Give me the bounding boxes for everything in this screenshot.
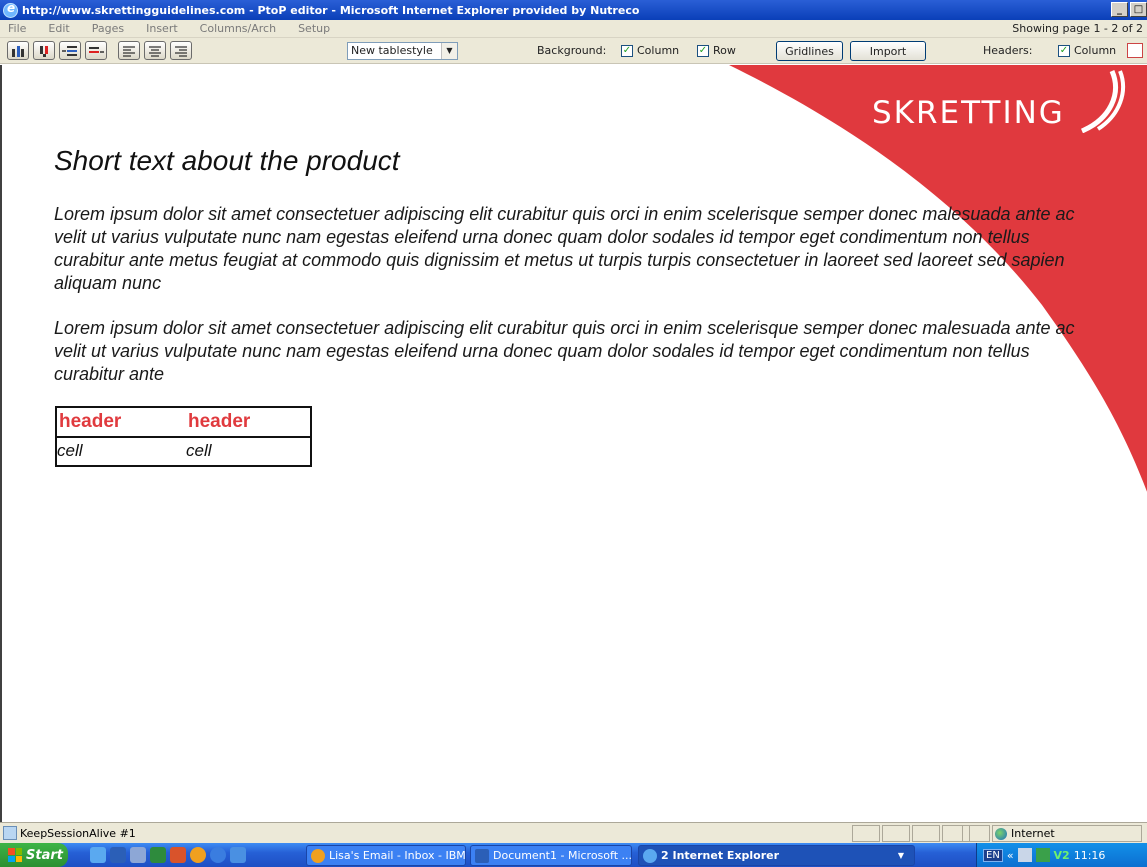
status-bar: KeepSessionAlive #1 Internet <box>0 822 1147 843</box>
align-left-icon <box>123 45 135 57</box>
taskbar-item-label: 2 Internet Explorer <box>661 849 780 862</box>
skretting-logo-arcs-icon <box>1080 70 1125 133</box>
status-pane <box>912 825 940 842</box>
product-table[interactable]: header header cell cell <box>55 406 312 467</box>
media-player-quicklaunch-icon[interactable] <box>210 847 226 863</box>
app-quicklaunch-icon[interactable] <box>130 847 146 863</box>
toolbar-overflow-icon[interactable] <box>1127 43 1143 58</box>
start-label: Start <box>26 847 63 863</box>
internet-explorer-icon <box>3 1 18 18</box>
taskbar-item-email[interactable]: Lisa's Email - Inbox - IBM... <box>306 845 466 866</box>
table-header-cell[interactable]: header <box>56 407 186 438</box>
status-pane <box>882 825 910 842</box>
skretting-logo-text: SKRETTING <box>872 95 1065 131</box>
security-zone: Internet <box>992 825 1142 842</box>
align-right-button[interactable] <box>170 41 192 60</box>
windows-logo-icon <box>8 848 22 862</box>
menu-edit[interactable]: Edit <box>38 22 81 35</box>
headers-column-checkbox[interactable]: ✓ Column <box>1058 44 1116 57</box>
page-canvas: SKRETTING Short text about the product L… <box>0 65 1147 822</box>
taskbar-item-label: Document1 - Microsoft ... <box>493 849 632 862</box>
page-icon <box>3 826 17 840</box>
status-pane <box>962 825 990 842</box>
table-cell[interactable]: cell <box>56 437 186 466</box>
body-paragraph-1: Lorem ipsum dolor sit amet consectetuer … <box>54 204 1075 293</box>
background-column-label: Column <box>637 44 680 57</box>
taskbar-item-label: Lisa's Email - Inbox - IBM... <box>329 849 466 862</box>
import-button[interactable]: Import <box>850 41 926 61</box>
internet-explorer-icon <box>643 848 657 863</box>
tablestyle-value: New tablestyle <box>351 44 433 57</box>
headers-label: Headers: <box>983 44 1033 57</box>
menu-file[interactable]: File <box>0 22 38 35</box>
security-zone-label: Internet <box>1011 827 1055 840</box>
menu-pages[interactable]: Pages <box>82 22 136 35</box>
excel-quicklaunch-icon[interactable] <box>150 847 166 863</box>
word-quicklaunch-icon[interactable] <box>110 847 126 863</box>
windows-taskbar: Start Lisa's Email - Inbox - IBM... Docu… <box>0 843 1147 867</box>
maximize-button[interactable]: □ <box>1130 2 1147 17</box>
checkbox-icon: ✓ <box>1058 44 1070 57</box>
page-heading: Short text about the product <box>54 145 400 176</box>
clock: 11:16 <box>1073 848 1106 862</box>
language-indicator[interactable]: EN <box>983 848 1003 862</box>
align-center-button[interactable] <box>144 41 166 60</box>
checkbox-icon: ✓ <box>621 44 633 57</box>
window-title: http://www.skrettingguidelines.com - Pto… <box>22 3 640 17</box>
start-button[interactable]: Start <box>0 843 68 867</box>
background-row-checkbox[interactable]: ✓ Row <box>697 44 736 57</box>
notes-icon <box>311 848 325 863</box>
tablestyle-select[interactable]: New tablestyle ▼ <box>347 42 458 60</box>
table-header-cell[interactable]: header <box>186 407 311 438</box>
tray-app-icon[interactable] <box>1017 848 1032 862</box>
chevron-down-icon[interactable]: ▼ <box>441 43 457 59</box>
window-title-bar[interactable]: http://www.skrettingguidelines.com - Pto… <box>0 0 1147 20</box>
desktop-quicklaunch-icon[interactable] <box>230 847 246 863</box>
taskbar-item-internet-explorer[interactable]: 2 Internet Explorer ▼ <box>638 845 915 866</box>
page-count-status: Showing page 1 - 2 of 2 <box>1012 22 1143 35</box>
insert-column-left-button[interactable] <box>7 41 29 60</box>
window-controls: _ □ <box>1111 2 1147 17</box>
tray-v2-icon[interactable]: V2 <box>1054 849 1070 862</box>
status-message: KeepSessionAlive #1 <box>20 827 136 840</box>
system-tray: EN « V2 11:16 <box>976 843 1147 867</box>
menu-insert[interactable]: Insert <box>136 22 190 35</box>
align-right-icon <box>175 45 187 57</box>
minimize-button[interactable]: _ <box>1111 2 1128 17</box>
powerpoint-quicklaunch-icon[interactable] <box>170 847 186 863</box>
insert-column-right-button[interactable] <box>33 41 55 60</box>
insert-row-above-button[interactable] <box>59 41 81 60</box>
table-cell[interactable]: cell <box>186 437 311 466</box>
menu-bar: File Edit Pages Insert Columns/Arch Setu… <box>0 20 1147 38</box>
status-pane <box>852 825 880 842</box>
headers-column-label: Column <box>1074 44 1117 57</box>
table-row: cell cell <box>56 437 311 466</box>
ie-quicklaunch-icon[interactable] <box>90 847 106 863</box>
gridlines-button[interactable]: Gridlines <box>776 41 843 61</box>
align-left-button[interactable] <box>118 41 140 60</box>
chevron-down-icon: ▼ <box>897 851 904 860</box>
body-paragraph-2: Lorem ipsum dolor sit amet consectetuer … <box>54 318 1075 384</box>
table-header-row: header header <box>56 407 311 438</box>
insert-row-below-icon <box>89 46 104 53</box>
network-icon[interactable] <box>1035 848 1050 862</box>
insert-column-right-icon <box>40 45 48 57</box>
notes-quicklaunch-icon[interactable] <box>190 847 206 863</box>
insert-row-above-icon <box>62 45 77 56</box>
word-icon <box>475 848 489 863</box>
background-label: Background: <box>537 44 607 57</box>
menu-setup[interactable]: Setup <box>288 22 342 35</box>
editor-toolbar: New tablestyle ▼ Background: ✓ Column ✓ … <box>0 38 1147 64</box>
taskbar-item-document[interactable]: Document1 - Microsoft ... <box>470 845 632 866</box>
background-column-checkbox[interactable]: ✓ Column <box>621 44 679 57</box>
insert-column-left-icon <box>12 45 24 57</box>
align-center-icon <box>149 45 161 57</box>
menu-columns-arch[interactable]: Columns/Arch <box>190 22 288 35</box>
globe-icon <box>995 827 1007 840</box>
background-row-label: Row <box>713 44 736 57</box>
show-hidden-icons-button[interactable]: « <box>1007 849 1014 862</box>
insert-row-below-button[interactable] <box>85 41 107 60</box>
checkbox-icon: ✓ <box>697 44 709 57</box>
